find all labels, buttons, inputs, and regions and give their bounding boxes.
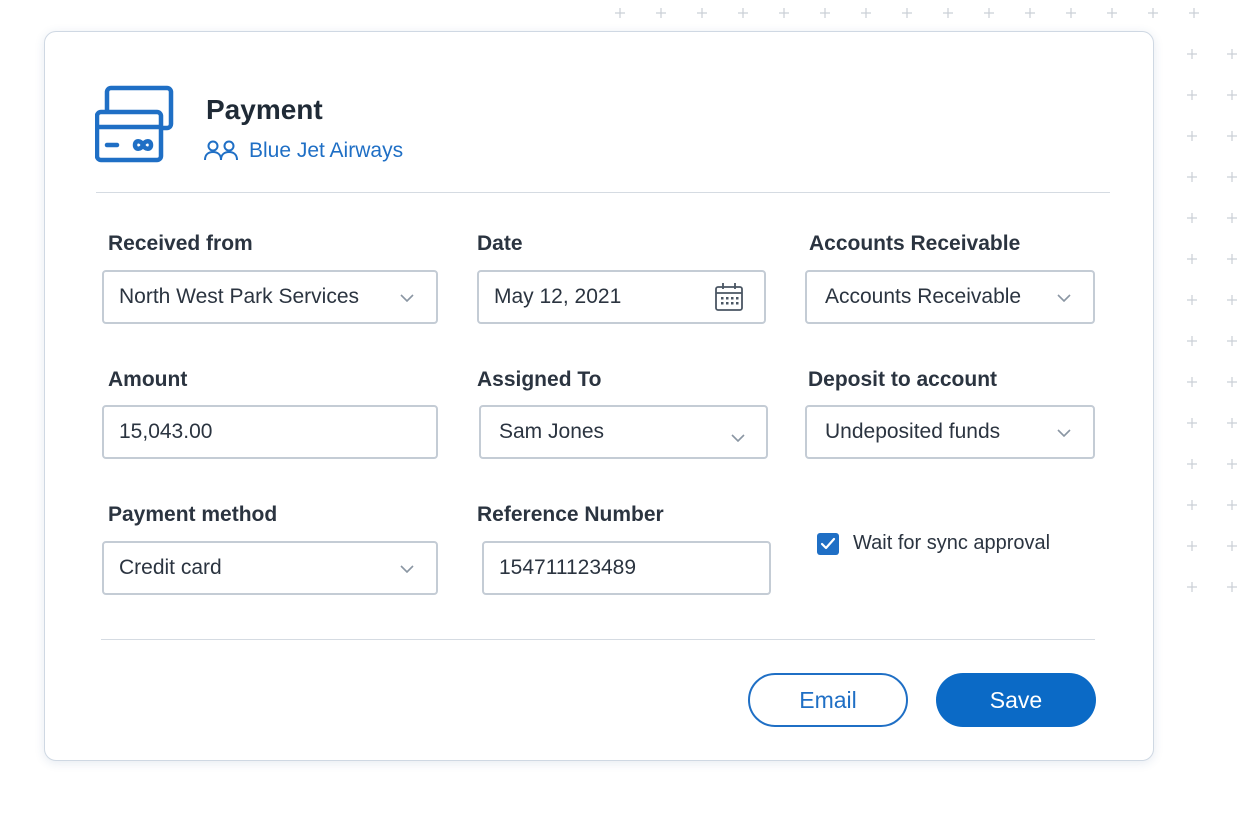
plus-mark (1227, 49, 1237, 59)
plus-mark (1187, 459, 1197, 469)
assigned-to-label: Assigned To (477, 368, 602, 391)
sync-approval-checkbox[interactable] (817, 533, 839, 555)
users-icon (204, 140, 238, 161)
plus-mark (1187, 90, 1197, 100)
plus-mark (1187, 582, 1197, 592)
plus-mark (1227, 172, 1237, 182)
chevron-down-icon (1057, 429, 1071, 437)
checkmark-icon (820, 537, 836, 550)
plus-mark (1187, 377, 1197, 387)
accounts-receivable-label: Accounts Receivable (809, 232, 1021, 255)
plus-mark (1025, 8, 1035, 18)
save-button[interactable]: Save (936, 673, 1096, 727)
chevron-down-icon (731, 434, 745, 442)
plus-mark (1187, 131, 1197, 141)
plus-mark (943, 8, 953, 18)
chevron-down-icon (400, 565, 414, 573)
date-field[interactable]: May 12, 2021 (477, 270, 766, 324)
amount-label: Amount (108, 368, 188, 391)
plus-mark (697, 8, 707, 18)
plus-mark (738, 8, 748, 18)
plus-mark (1227, 377, 1237, 387)
received-from-label: Received from (108, 232, 253, 255)
plus-mark (1187, 213, 1197, 223)
plus-mark (1187, 500, 1197, 510)
sync-approval-label: Wait for sync approval (853, 532, 1051, 554)
payment-card: Payment Blue Jet Airways Received from N… (44, 31, 1154, 761)
header-divider (96, 192, 1110, 193)
plus-mark (1227, 213, 1237, 223)
plus-mark (1187, 254, 1197, 264)
plus-mark (1227, 90, 1237, 100)
date-label: Date (477, 232, 523, 255)
plus-mark (1227, 459, 1237, 469)
plus-mark (1189, 8, 1199, 18)
chevron-down-icon (1057, 294, 1071, 302)
plus-mark (1227, 582, 1237, 592)
payment-method-value: Credit card (119, 556, 222, 579)
plus-mark (1187, 541, 1197, 551)
plus-mark (1227, 254, 1237, 264)
reference-number-input[interactable]: 154711123489 (482, 541, 771, 595)
payment-method-select[interactable]: Credit card (102, 541, 438, 595)
plus-mark (1148, 8, 1158, 18)
plus-mark (1227, 295, 1237, 305)
received-from-value: North West Park Services (119, 285, 360, 308)
plus-mark (984, 8, 994, 18)
plus-mark (1107, 8, 1117, 18)
reference-number-label: Reference Number (477, 503, 664, 526)
received-from-select[interactable]: North West Park Services (102, 270, 438, 324)
email-button[interactable]: Email (748, 673, 908, 727)
plus-mark (1187, 418, 1197, 428)
credit-card-icon (95, 85, 174, 163)
plus-mark (1187, 295, 1197, 305)
assigned-to-select[interactable]: Sam Jones (479, 405, 768, 459)
footer-divider (101, 639, 1095, 640)
plus-mark (1227, 131, 1237, 141)
amount-value: 15,043.00 (119, 420, 213, 443)
plus-mark (820, 8, 830, 18)
page-title: Payment (206, 94, 323, 125)
deposit-to-label: Deposit to account (808, 368, 998, 391)
plus-mark (615, 8, 625, 18)
plus-mark (1227, 541, 1237, 551)
amount-input[interactable]: 15,043.00 (102, 405, 438, 459)
reference-number-value: 154711123489 (499, 556, 637, 579)
plus-mark (779, 8, 789, 18)
plus-mark (902, 8, 912, 18)
plus-mark (1187, 336, 1197, 346)
deposit-to-value: Undeposited funds (825, 420, 1001, 443)
chevron-down-icon (400, 294, 414, 302)
plus-mark (861, 8, 871, 18)
payment-method-label: Payment method (108, 503, 278, 526)
plus-mark (1187, 49, 1197, 59)
plus-mark (1227, 418, 1237, 428)
plus-mark (1227, 336, 1237, 346)
company-name: Blue Jet Airways (249, 139, 404, 162)
accounts-receivable-value: Accounts Receivable (825, 285, 1022, 308)
assigned-to-value: Sam Jones (499, 420, 605, 443)
plus-mark (1187, 172, 1197, 182)
date-value: May 12, 2021 (494, 285, 622, 308)
plus-mark (1066, 8, 1076, 18)
company-link[interactable]: Blue Jet Airways (203, 138, 403, 164)
plus-mark (1227, 500, 1237, 510)
plus-mark (656, 8, 666, 18)
accounts-receivable-select[interactable]: Accounts Receivable (805, 270, 1095, 324)
calendar-icon[interactable] (713, 281, 745, 313)
deposit-to-select[interactable]: Undeposited funds (805, 405, 1095, 459)
